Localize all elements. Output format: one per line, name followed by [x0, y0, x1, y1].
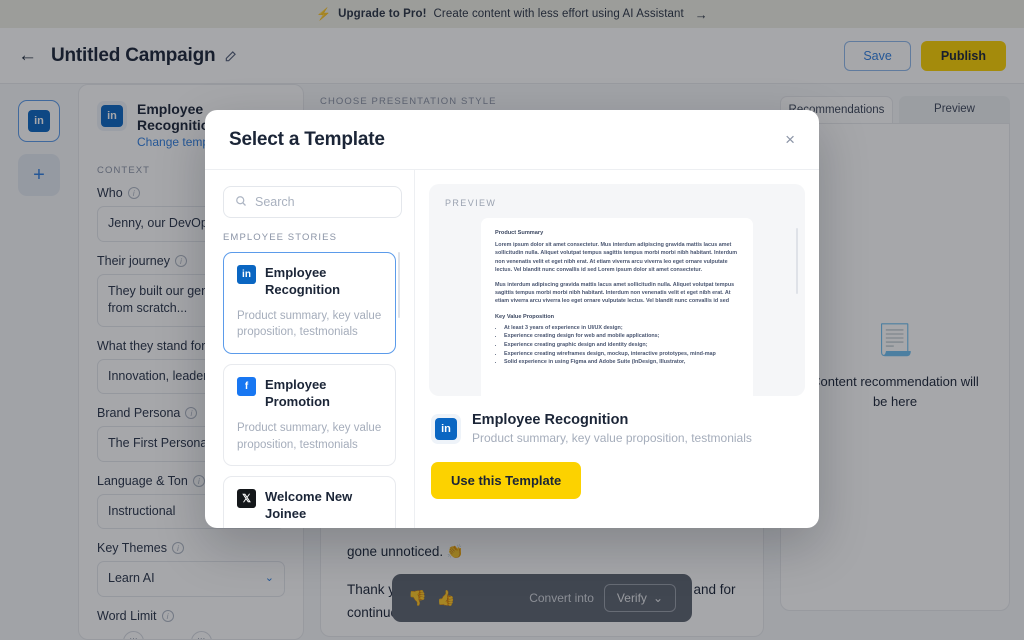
template-card-desc: Product summary, key value proposition, … [237, 309, 382, 339]
preview-doc-heading-2: Key Value Proposition [495, 313, 555, 320]
modal-body: EMPLOYEE STORIES in Employee Recognition… [205, 170, 819, 528]
selected-template-desc: Product summary, key value proposition, … [472, 431, 752, 445]
preview-label: PREVIEW [445, 198, 497, 208]
linkedin-icon: in [237, 265, 256, 284]
template-card-name: Welcome New Joinee [265, 489, 353, 522]
facebook-icon: f [237, 377, 256, 397]
template-card-welcome-new-joinee[interactable]: 𝕏 Welcome New Joinee Product summary, ke… [223, 476, 396, 528]
template-preview-column: PREVIEW Product Summary Lorem ipsum dolo… [415, 170, 819, 528]
preview-pane: PREVIEW Product Summary Lorem ipsum dolo… [429, 184, 805, 396]
modal-header: Select a Template × [205, 110, 819, 170]
template-group-label: EMPLOYEE STORIES [223, 232, 338, 243]
template-list-column: EMPLOYEE STORIES in Employee Recognition… [205, 170, 415, 528]
x-twitter-icon: 𝕏 [237, 489, 256, 509]
search-input[interactable] [255, 195, 390, 209]
preview-document: Product Summary Lorem ipsum dolor sit am… [481, 218, 753, 396]
template-card-desc: Product summary, key value proposition, … [237, 421, 382, 451]
template-card-employee-recognition[interactable]: in Employee Recognition Product summary,… [223, 252, 396, 355]
template-card-header: in Employee Recognition [237, 265, 382, 299]
preview-doc-heading: Product Summary [495, 230, 544, 236]
selected-template-row: in Employee Recognition Product summary,… [429, 396, 805, 445]
template-card-header: 𝕏 Welcome New Joinee [237, 489, 382, 523]
preview-doc-bullet: Experience creating wireframes design, m… [504, 350, 739, 359]
linkedin-icon: in [435, 417, 457, 440]
preview-doc-bullet: At least 3 years of experience in UI/UX … [504, 324, 739, 333]
template-card-employee-promotion[interactable]: f Employee Promotion Product summary, ke… [223, 364, 396, 467]
preview-scrollbar[interactable] [796, 228, 798, 294]
close-icon[interactable]: × [785, 131, 795, 148]
search-icon [235, 195, 247, 210]
preview-doc-paragraph: Mus interdum adipiscing gravida mattis l… [495, 281, 735, 305]
preview-doc-bullet: Solid experience in using Figma and Adob… [504, 358, 739, 367]
template-list-scrollbar[interactable] [398, 252, 400, 318]
selected-template-name: Employee Recognition [472, 412, 629, 428]
search-box[interactable] [223, 186, 402, 218]
preview-doc-paragraph: Lorem ipsum dolor sit amet consectetur. … [495, 242, 738, 274]
modal-title: Select a Template [229, 128, 385, 150]
template-card-name: Employee Recognition [265, 265, 341, 297]
preview-doc-bullet: Experience creating graphic design and i… [504, 341, 739, 350]
preview-doc-bullets: At least 3 years of experience in UI/UX … [495, 324, 739, 367]
template-card-name: Employee Promotion [265, 377, 330, 410]
preview-doc-bullet: Experience creating design for web and m… [504, 332, 739, 341]
template-card-header: f Employee Promotion [237, 377, 382, 411]
select-template-modal: Select a Template × EMPLOYEE STORIES [205, 110, 819, 528]
app-root: ⚡ Upgrade to Pro! Create content with le… [0, 0, 1024, 640]
use-this-template-button[interactable]: Use this Template [431, 462, 582, 499]
template-list[interactable]: in Employee Recognition Product summary,… [223, 252, 402, 528]
linkedin-icon-box: in [431, 413, 461, 444]
